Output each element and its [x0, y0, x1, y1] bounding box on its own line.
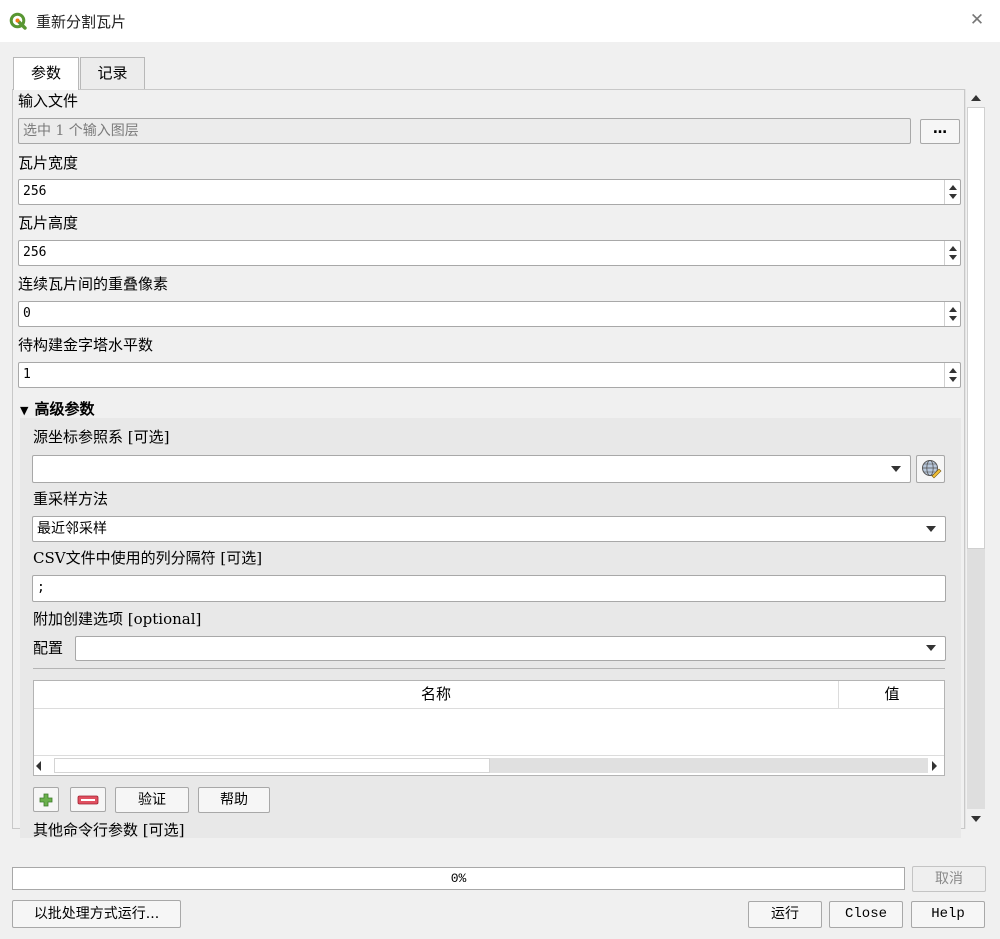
advanced-params-header: 高级参数: [34, 400, 95, 418]
tab-log[interactable]: 记录: [80, 57, 145, 89]
remove-row-button[interactable]: [70, 787, 106, 812]
column-header-value[interactable]: 值: [840, 681, 944, 709]
crs-select-button[interactable]: [916, 455, 945, 483]
tile-height-label: 瓦片高度: [18, 214, 79, 232]
pyramid-levels-value: 1: [23, 367, 31, 382]
profile-label: 配置: [33, 639, 64, 657]
resampling-value: 最近邻采样: [37, 521, 107, 537]
help-button[interactable]: Help: [911, 901, 985, 928]
scroll-right-icon[interactable]: [932, 761, 937, 771]
collapse-arrow-icon: ▼: [20, 404, 29, 417]
add-row-button[interactable]: [33, 787, 59, 812]
run-button[interactable]: 运行: [748, 901, 822, 928]
panel-vertical-scrollbar[interactable]: [965, 89, 986, 829]
tile-width-value: 256: [23, 184, 47, 199]
progress-text: 0%: [450, 871, 467, 886]
dropdown-arrow-icon: [926, 645, 936, 651]
table-header: 名称 值: [34, 681, 944, 709]
resampling-select[interactable]: 最近邻采样: [32, 516, 946, 542]
source-crs-select[interactable]: [32, 455, 911, 483]
resampling-label: 重采样方法: [33, 490, 109, 508]
progress-bar: 0%: [12, 867, 905, 890]
cancel-button[interactable]: 取消: [912, 866, 986, 892]
column-header-name[interactable]: 名称: [34, 681, 839, 709]
overlap-input[interactable]: 0: [18, 301, 961, 327]
tile-height-value: 256: [23, 245, 47, 260]
crs-globe-icon: [921, 460, 941, 479]
scroll-thumb[interactable]: [54, 758, 490, 773]
scroll-up-icon[interactable]: [971, 95, 981, 101]
remove-row-icon: [77, 795, 99, 805]
window-title: 重新分割瓦片: [36, 14, 127, 31]
extra-args-label: 其他命令行参数 [可选]: [33, 821, 185, 839]
scroll-down-icon[interactable]: [971, 816, 981, 822]
dropdown-arrow-icon: [926, 526, 936, 532]
advanced-params-section: 源坐标参照系 [可选] 重采样方法 最近邻采样 CSV文件中使用的列分隔符 [可…: [20, 418, 961, 839]
qgis-logo-icon: [9, 12, 27, 30]
pyramid-levels-input[interactable]: 1: [18, 362, 961, 388]
scroll-track[interactable]: [490, 758, 928, 773]
input-files-browse-button[interactable]: …: [920, 119, 960, 144]
advanced-params-toggle[interactable]: ▼ 高级参数: [20, 398, 94, 419]
tile-width-input[interactable]: 256: [18, 179, 961, 205]
scroll-left-icon[interactable]: [36, 761, 41, 771]
scroll-track[interactable]: [967, 549, 985, 809]
input-files-field[interactable]: 选中 1 个输入图层: [18, 118, 911, 144]
profile-select[interactable]: [75, 636, 946, 661]
tile-width-label: 瓦片宽度: [18, 154, 79, 172]
csv-delimiter-label: CSV文件中使用的列分隔符 [可选]: [33, 549, 263, 567]
help-button-options[interactable]: 帮助: [198, 787, 270, 813]
divider: [33, 668, 945, 669]
scroll-thumb[interactable]: [967, 107, 985, 549]
input-files-label: 输入文件: [18, 92, 79, 110]
close-icon[interactable]: ✕: [966, 9, 988, 31]
batch-run-button[interactable]: 以批处理方式运行...: [12, 900, 181, 928]
close-button[interactable]: Close: [829, 901, 903, 928]
title-bar: 重新分割瓦片 ✕: [0, 0, 1000, 42]
creation-options-table[interactable]: 名称 值: [33, 680, 945, 776]
source-crs-label: 源坐标参照系 [可选]: [33, 428, 170, 446]
spin-arrows-icon[interactable]: [944, 302, 960, 326]
dropdown-arrow-icon: [891, 466, 901, 472]
tile-height-input[interactable]: 256: [18, 240, 961, 266]
csv-delimiter-input[interactable]: ;: [32, 575, 946, 602]
overlap-value: 0: [23, 306, 31, 321]
table-horizontal-scrollbar[interactable]: [34, 755, 944, 775]
spin-arrows-icon[interactable]: [944, 241, 960, 265]
tab-parameters[interactable]: 参数: [13, 57, 79, 90]
pyramid-levels-label: 待构建金字塔水平数: [18, 336, 154, 354]
validate-button[interactable]: 验证: [115, 787, 189, 813]
spin-arrows-icon[interactable]: [944, 363, 960, 387]
overlap-label: 连续瓦片间的重叠像素: [18, 275, 169, 293]
add-row-icon: [39, 793, 53, 807]
spin-arrows-icon[interactable]: [944, 180, 960, 204]
creation-options-label: 附加创建选项 [optional]: [33, 610, 202, 628]
